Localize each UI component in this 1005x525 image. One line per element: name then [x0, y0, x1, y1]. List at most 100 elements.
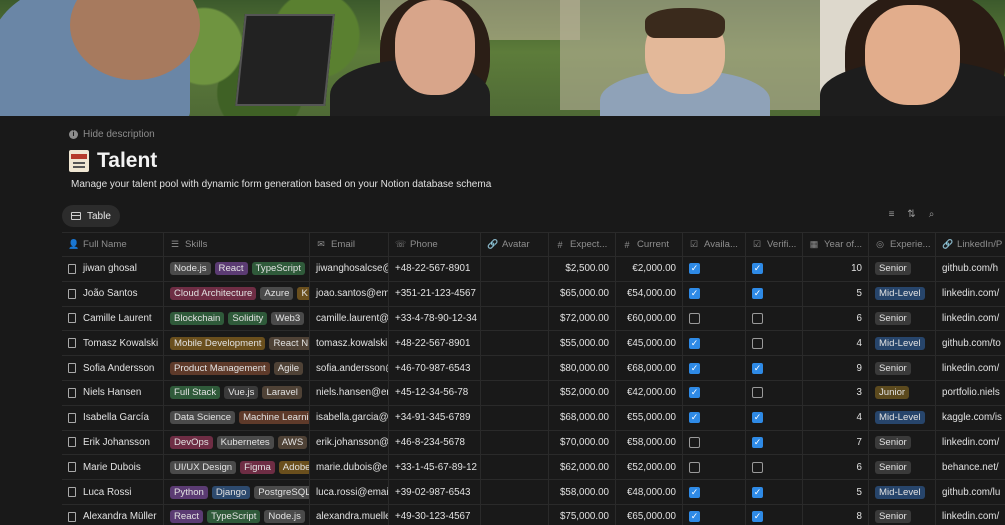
- avatar-cell[interactable]: [481, 405, 549, 430]
- current-salary-cell[interactable]: €52,000.00: [616, 455, 683, 480]
- current-salary-cell[interactable]: €2,000.00: [616, 257, 683, 281]
- column-header-5[interactable]: # Expect...: [549, 233, 616, 256]
- years-cell[interactable]: 5: [803, 480, 869, 504]
- years-cell[interactable]: 9: [803, 356, 869, 380]
- full-name-cell[interactable]: Camille Laurent: [62, 306, 164, 331]
- available-checkbox[interactable]: [689, 412, 700, 424]
- years-cell[interactable]: 6: [803, 306, 869, 331]
- expected-salary-cell[interactable]: $58,000.00: [549, 480, 616, 504]
- email-cell[interactable]: alexandra.muelle: [310, 504, 389, 525]
- email-cell[interactable]: luca.rossi@email: [310, 480, 389, 504]
- current-salary-cell[interactable]: €55,000.00: [616, 405, 683, 430]
- full-name-cell[interactable]: Marie Dubois: [62, 455, 164, 480]
- expected-salary-cell[interactable]: $68,000.00: [549, 405, 616, 430]
- full-name-cell[interactable]: Sofia Andersson: [62, 356, 164, 380]
- expected-salary-cell[interactable]: $55,000.00: [549, 331, 616, 356]
- phone-cell[interactable]: +46-70-987-6543: [389, 356, 481, 380]
- full-name-cell[interactable]: Alexandra Müller: [62, 504, 164, 525]
- email-cell[interactable]: joao.santos@em: [310, 281, 389, 306]
- page-description[interactable]: Manage your talent pool with dynamic for…: [71, 179, 491, 190]
- available-cell[interactable]: [683, 356, 746, 380]
- skills-cell[interactable]: Data Science Machine Learni: [164, 405, 310, 430]
- full-name-cell[interactable]: Erik Johansson: [62, 430, 164, 455]
- available-checkbox[interactable]: [689, 263, 700, 275]
- verified-cell[interactable]: [746, 430, 803, 455]
- phone-cell[interactable]: +34-91-345-6789: [389, 405, 481, 430]
- profile-link-cell[interactable]: github.com/h: [936, 257, 1005, 281]
- profile-link-cell[interactable]: linkedin.com/: [936, 307, 1005, 331]
- current-salary-cell[interactable]: €48,000.00: [616, 480, 683, 504]
- column-header-11[interactable]: 🔗 LinkedIn/P: [936, 233, 1005, 256]
- email-cell[interactable]: camille.laurent@: [310, 306, 389, 331]
- hide-description-button[interactable]: i Hide description: [69, 129, 155, 140]
- verified-checkbox[interactable]: [752, 436, 763, 448]
- column-header-10[interactable]: ◎ Experie...: [869, 233, 936, 256]
- verified-checkbox[interactable]: [752, 412, 763, 424]
- available-checkbox[interactable]: [689, 288, 700, 300]
- phone-cell[interactable]: +48-22-567-8901: [389, 257, 481, 281]
- verified-checkbox[interactable]: [752, 511, 763, 523]
- avatar-cell[interactable]: [481, 430, 549, 455]
- verified-cell[interactable]: [746, 405, 803, 430]
- column-header-8[interactable]: ☑ Verifi...: [746, 233, 803, 256]
- expected-salary-cell[interactable]: $72,000.00: [549, 306, 616, 331]
- skills-cell[interactable]: Node.js React TypeScript: [164, 257, 310, 281]
- experience-cell[interactable]: Mid-Level: [869, 331, 936, 356]
- profile-link-cell[interactable]: behance.net/: [936, 455, 1005, 479]
- page-title[interactable]: Talent: [97, 149, 157, 173]
- skills-cell[interactable]: UI/UX Design Figma Adobe: [164, 455, 310, 480]
- verified-checkbox[interactable]: [752, 337, 763, 349]
- page-emoji-icon[interactable]: [69, 150, 89, 172]
- available-cell[interactable]: [683, 281, 746, 306]
- years-cell[interactable]: 3: [803, 380, 869, 405]
- email-cell[interactable]: jiwanghosalcse@: [310, 257, 389, 281]
- available-cell[interactable]: [683, 405, 746, 430]
- expected-salary-cell[interactable]: $62,000.00: [549, 455, 616, 480]
- available-cell[interactable]: [683, 257, 746, 281]
- profile-link-cell[interactable]: github.com/to: [936, 331, 1005, 355]
- skills-cell[interactable]: React TypeScript Node.js: [164, 504, 310, 525]
- experience-cell[interactable]: Senior: [869, 306, 936, 331]
- verified-cell[interactable]: [746, 306, 803, 331]
- verified-cell[interactable]: [746, 331, 803, 356]
- verified-checkbox[interactable]: [752, 362, 763, 374]
- years-cell[interactable]: 5: [803, 281, 869, 306]
- available-cell[interactable]: [683, 306, 746, 331]
- skills-cell[interactable]: Python Django PostgreSQL: [164, 480, 310, 504]
- years-cell[interactable]: 8: [803, 504, 869, 525]
- verified-checkbox[interactable]: [752, 486, 763, 498]
- phone-cell[interactable]: +33-4-78-90-12-34: [389, 306, 481, 331]
- avatar-cell[interactable]: [481, 281, 549, 306]
- profile-link-cell[interactable]: linkedin.com/: [936, 356, 1005, 380]
- available-checkbox[interactable]: [689, 362, 700, 374]
- experience-cell[interactable]: Junior: [869, 380, 936, 405]
- available-cell[interactable]: [683, 455, 746, 480]
- profile-link-cell[interactable]: portfolio.niels: [936, 381, 1005, 405]
- profile-link-cell[interactable]: kaggle.com/is: [936, 406, 1005, 430]
- experience-cell[interactable]: Senior: [869, 356, 936, 380]
- column-header-3[interactable]: ☏ Phone: [389, 233, 481, 256]
- verified-cell[interactable]: [746, 455, 803, 480]
- verified-checkbox[interactable]: [752, 288, 763, 300]
- email-cell[interactable]: erik.johansson@: [310, 430, 389, 455]
- current-salary-cell[interactable]: €45,000.00: [616, 331, 683, 356]
- full-name-cell[interactable]: jiwan ghosal: [62, 257, 164, 281]
- profile-link-cell[interactable]: linkedin.com/: [936, 505, 1005, 525]
- phone-cell[interactable]: +45-12-34-56-78: [389, 380, 481, 405]
- expected-salary-cell[interactable]: $70,000.00: [549, 430, 616, 455]
- current-salary-cell[interactable]: €60,000.00: [616, 306, 683, 331]
- years-cell[interactable]: 10: [803, 257, 869, 281]
- phone-cell[interactable]: +351-21-123-4567: [389, 281, 481, 306]
- experience-cell[interactable]: Senior: [869, 455, 936, 480]
- experience-cell[interactable]: Senior: [869, 257, 936, 281]
- available-cell[interactable]: [683, 504, 746, 525]
- full-name-cell[interactable]: Isabella García: [62, 405, 164, 430]
- expected-salary-cell[interactable]: $52,000.00: [549, 380, 616, 405]
- current-salary-cell[interactable]: €68,000.00: [616, 356, 683, 380]
- email-cell[interactable]: marie.dubois@em: [310, 455, 389, 480]
- verified-cell[interactable]: [746, 257, 803, 281]
- years-cell[interactable]: 4: [803, 331, 869, 356]
- available-checkbox[interactable]: [689, 312, 700, 324]
- experience-cell[interactable]: Senior: [869, 504, 936, 525]
- available-checkbox[interactable]: [689, 461, 700, 473]
